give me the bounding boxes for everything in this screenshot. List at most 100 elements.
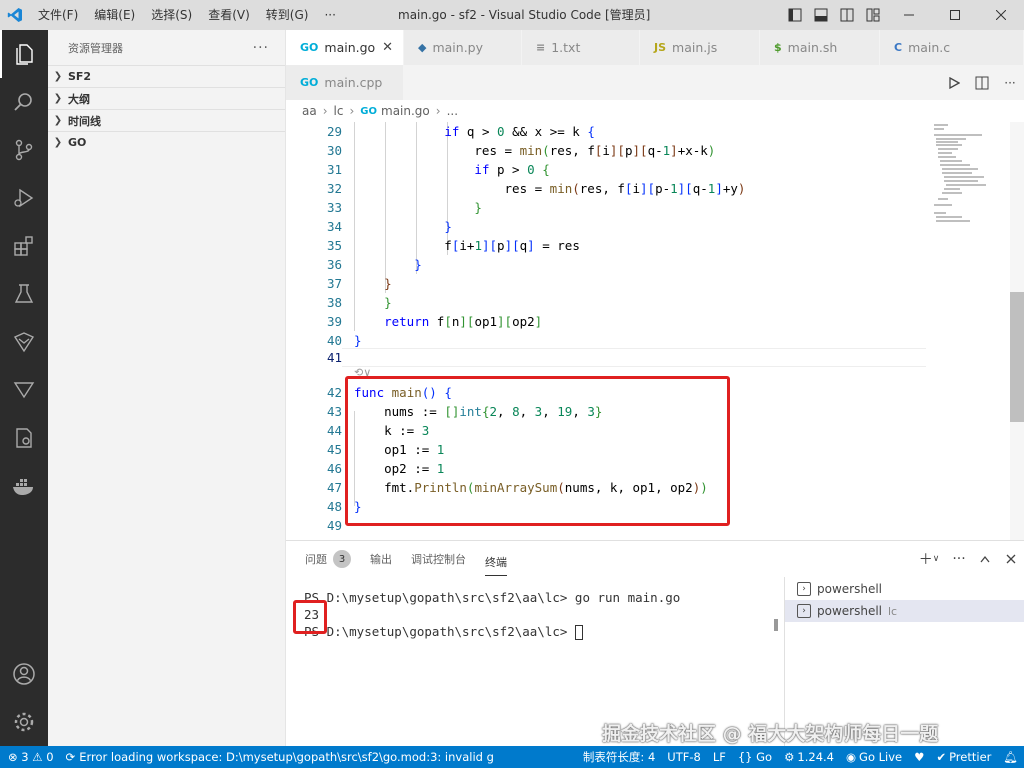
section-label: SF2 (68, 70, 92, 83)
line-number: 31 (326, 162, 342, 177)
code-line: if p > 0 { (474, 162, 550, 177)
tab-main-sh[interactable]: $ main.sh (760, 30, 880, 65)
gear-icon[interactable] (0, 698, 48, 746)
toggle-sidebar-icon[interactable] (782, 0, 808, 30)
tab-main-c[interactable]: C main.c (880, 30, 1024, 65)
more-actions-icon[interactable]: ··· (996, 65, 1024, 100)
scrollbar-thumb[interactable] (1010, 292, 1024, 422)
tab-output[interactable]: 输出 (370, 541, 392, 577)
terminal-output-result: 23 (304, 607, 320, 622)
sync-icon: ⟳ (65, 750, 76, 764)
code-line: } (354, 333, 362, 348)
toggle-secondary-sidebar-icon[interactable] (834, 0, 860, 30)
tab-terminal[interactable]: 终端 (485, 548, 507, 576)
terminal-item[interactable]: › powershell (785, 578, 1024, 600)
prettier-status[interactable]: ✔ Prettier (930, 750, 997, 764)
close-window-button[interactable] (978, 0, 1024, 30)
docker-icon[interactable] (0, 462, 48, 510)
line-number: 30 (326, 143, 342, 158)
line-number: 45 (326, 442, 342, 457)
close-icon[interactable]: ✕ (382, 40, 393, 55)
terminal-cursor (574, 625, 583, 640)
terminal-item-selected[interactable]: › powershell lc (785, 600, 1024, 622)
tab-main-py[interactable]: ◆ main.py (404, 30, 522, 65)
toggle-panel-icon[interactable] (808, 0, 834, 30)
extensions-icon[interactable] (0, 222, 48, 270)
section-go[interactable]: ❯ GO (48, 131, 285, 153)
menu-edit[interactable]: 编辑(E) (86, 0, 143, 30)
more-actions-icon[interactable]: ··· (946, 541, 972, 577)
tab-problems[interactable]: 问题 3 (305, 541, 351, 577)
copilot-status[interactable]: ♥ (908, 750, 930, 764)
section-label: 时间线 (68, 114, 101, 128)
code-editor[interactable]: 29 30 31 32 33 34 35 36 37 38 39 40 41 4… (286, 122, 1024, 540)
tab-main-js[interactable]: JS main.js (640, 30, 760, 65)
search-icon[interactable] (0, 78, 48, 126)
go-version-status[interactable]: ⚙ 1.24.4 (778, 750, 840, 764)
line-number: 47 (326, 480, 342, 495)
breadcrumb: aa › lc › GO main.go › ... (286, 100, 1024, 122)
tab-main-cpp[interactable]: GO main.cpp (286, 65, 404, 100)
breadcrumb-item[interactable]: main.go (381, 104, 430, 118)
notifications-status[interactable]: 🔔︎ (997, 750, 1024, 764)
line-number: 39 (326, 314, 342, 329)
account-icon[interactable] (0, 650, 48, 698)
prettier-text: Prettier (949, 750, 992, 764)
go-live-status[interactable]: ◉ Go Live (840, 750, 908, 764)
workspace-error[interactable]: ⟳ Error loading workspace: D:\mysetup\gop… (60, 750, 500, 764)
minimap[interactable] (926, 122, 1010, 540)
line-number: 44 (326, 423, 342, 438)
split-editor-icon[interactable] (968, 65, 996, 100)
customize-layout-icon[interactable] (860, 0, 886, 30)
source-control-icon[interactable] (0, 126, 48, 174)
editor-scrollbar[interactable] (1010, 122, 1024, 540)
terminal-icon: › (797, 604, 811, 618)
explorer-more-button[interactable]: ··· (253, 40, 269, 56)
c-file-icon: C (894, 41, 903, 54)
settings-sync-icon[interactable] (0, 414, 48, 462)
section-timeline[interactable]: ❯ 时间线 (48, 109, 285, 131)
editor-tabs: GO main.go ✕ ◆ main.py ≡ 1.txt JS main.j… (286, 30, 1024, 100)
eol-status[interactable]: LF (707, 750, 732, 764)
minimize-button[interactable] (886, 0, 932, 30)
new-terminal-button[interactable]: ＋ ∨ (912, 541, 946, 577)
tab-debug-console[interactable]: 调试控制台 (411, 541, 466, 577)
breadcrumb-item[interactable]: lc (334, 104, 344, 118)
remote-icon[interactable] (0, 318, 48, 366)
broadcast-icon: ◉ (845, 750, 857, 764)
tab-size-status[interactable]: 制表符长度: 4 (577, 749, 661, 765)
code-line: res = min(res, f[i][p][q-1]+x-k) (354, 143, 716, 158)
breadcrumb-item[interactable]: ... (447, 104, 458, 118)
section-outline[interactable]: ❯ 大纲 (48, 87, 285, 109)
section-label: GO (68, 136, 87, 149)
explorer-icon[interactable] (0, 30, 48, 78)
terminal-line: PS D:\mysetup\gopath\src\sf2\aa\lc> go r… (304, 590, 681, 605)
main-function-highlight (345, 376, 730, 526)
run-debug-icon[interactable] (0, 174, 48, 222)
chevron-right-icon: ❯ (53, 137, 63, 148)
menu-more[interactable]: ··· (316, 0, 343, 30)
filter-icon[interactable] (0, 366, 48, 414)
close-panel-icon[interactable] (998, 541, 1024, 577)
bell-icon: 🔔︎ (1003, 750, 1018, 764)
tab-1-txt[interactable]: ≡ 1.txt (522, 30, 640, 65)
section-sf2[interactable]: ❯ SF2 (48, 65, 285, 87)
encoding-status[interactable]: UTF-8 (661, 750, 707, 764)
menu-selection[interactable]: 选择(S) (143, 0, 200, 30)
line-number: 36 (326, 257, 342, 272)
menu-go[interactable]: 转到(G) (258, 0, 317, 30)
maximize-panel-icon[interactable] (972, 541, 998, 577)
maximize-button[interactable] (932, 0, 978, 30)
problems-status[interactable]: ⊗ 3 ⚠ 0 (0, 750, 60, 764)
terminal-label: powershell (817, 582, 882, 596)
language-status[interactable]: {} Go (732, 750, 778, 764)
terminal-output[interactable]: PS D:\mysetup\gopath\src\sf2\aa\lc> go r… (304, 589, 680, 640)
tab-main-go[interactable]: GO main.go ✕ (286, 30, 404, 65)
testing-icon[interactable] (0, 270, 48, 318)
line-number: 43 (326, 404, 342, 419)
run-icon[interactable] (940, 65, 968, 100)
menu-view[interactable]: 查看(V) (200, 0, 258, 30)
tab-label: main.c (908, 40, 951, 55)
menu-file[interactable]: 文件(F) (30, 0, 86, 30)
breadcrumb-item[interactable]: aa (302, 104, 317, 118)
